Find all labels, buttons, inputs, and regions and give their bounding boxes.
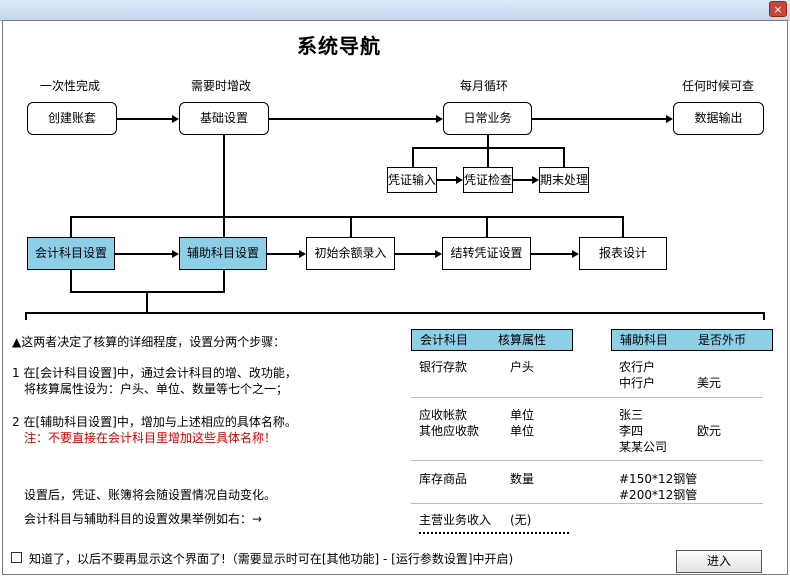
header-foreign-currency: 是否外币 — [698, 333, 747, 347]
arrow-head — [172, 115, 179, 123]
close-button[interactable]: × — [769, 1, 787, 17]
step1-line2: 将核算属性设为：户头、单位、数量等七个之一； — [24, 382, 289, 396]
table-cell: 李四 — [619, 424, 644, 438]
table-separator — [411, 460, 763, 461]
basic-settings-box[interactable]: 基础设置 — [179, 102, 269, 135]
intro-note: ▲这两者决定了核算的详细程度，设置分两个步骤： — [12, 335, 286, 349]
table-cell: 张三 — [619, 408, 644, 422]
step1-line1: 1 在[会计科目设置]中，通过会计科目的增、改功能， — [12, 366, 297, 380]
auxiliary-subject-setup-box[interactable]: 辅助科目设置 — [179, 237, 267, 270]
dont-show-again-label: 知道了，以后不要再显示这个界面了!（需要显示时可在[其他功能] - [运行参数设… — [29, 552, 514, 566]
connector-line — [223, 135, 225, 217]
arrow-head — [572, 250, 579, 258]
table-cell: 数量 — [510, 472, 535, 486]
label-once: 一次性完成 — [40, 79, 101, 93]
table-cell: 单位 — [510, 408, 535, 422]
table-cell: 美元 — [697, 376, 722, 390]
page-title: 系统导航 — [297, 34, 381, 58]
table-cell: 某某公司 — [619, 440, 668, 454]
table-cell: 银行存款 — [419, 360, 468, 374]
table-cell: 农行户 — [619, 360, 656, 374]
dont-show-again-checkbox[interactable] — [11, 552, 22, 563]
arrow-head — [299, 250, 306, 258]
table-cell: 其他应收款 — [419, 424, 480, 438]
right-table-header: 辅助科目 是否外币 — [611, 329, 773, 351]
arrow-line — [531, 253, 572, 255]
arrow-head — [456, 176, 463, 184]
table-separator — [411, 503, 763, 504]
table-cell: 应收帐款 — [419, 408, 468, 422]
connector-line — [412, 147, 414, 167]
arrow-head — [666, 115, 673, 123]
voucher-check-box[interactable]: 凭证检查 — [463, 167, 513, 193]
bracket-line — [223, 270, 225, 292]
voucher-input-box[interactable]: 凭证输入 — [387, 167, 437, 193]
connector-line — [563, 147, 565, 167]
bracket-line — [25, 312, 765, 314]
connector-line — [487, 147, 489, 167]
table-cell: 户头 — [510, 360, 535, 374]
step2-line1: 2 在[辅助科目设置]中，增加与上述相应的具体名称。 — [12, 415, 297, 429]
bracket-line — [763, 312, 765, 320]
label-anytime: 任何时候可查 — [682, 79, 755, 93]
arrow-head — [436, 115, 443, 123]
account-subject-setup-box[interactable]: 会计科目设置 — [27, 237, 115, 270]
table-separator — [411, 397, 763, 398]
data-output-box[interactable]: 数据输出 — [673, 102, 764, 135]
arrow-line — [532, 118, 666, 120]
arrow-line — [115, 253, 172, 255]
connector-line — [486, 216, 488, 237]
left-table-header: 会计科目 核算属性 — [411, 329, 573, 351]
table-cell: 主营业务收入 — [419, 513, 492, 527]
arrow-line — [437, 179, 456, 181]
table-cell: 单位 — [510, 424, 535, 438]
arrow-head — [532, 176, 539, 184]
carry-forward-voucher-box[interactable]: 结转凭证设置 — [442, 237, 531, 270]
table-dots — [419, 532, 569, 534]
connector-line — [350, 216, 352, 237]
arrow-line — [513, 179, 532, 181]
title-bar: × — [0, 0, 790, 21]
daily-business-box[interactable]: 日常业务 — [443, 102, 532, 135]
label-monthly: 每月循环 — [460, 79, 509, 93]
bracket-line — [70, 270, 72, 292]
navigation-window: × 系统导航 一次性完成 需要时增改 每月循环 任何时候可查 创建账套 基础设置… — [0, 0, 790, 577]
connector-line — [622, 216, 624, 237]
connector-line — [70, 216, 624, 218]
label-as-needed: 需要时增改 — [191, 79, 252, 93]
arrow-head — [435, 250, 442, 258]
arrow-line — [269, 118, 436, 120]
table-cell: 中行户 — [619, 376, 656, 390]
table-cell: 欧元 — [697, 424, 722, 438]
create-account-set-box[interactable]: 创建账套 — [27, 102, 117, 135]
header-accounting-attribute: 核算属性 — [498, 333, 547, 347]
table-cell: (无) — [510, 513, 532, 527]
enter-button[interactable]: 进入 — [676, 550, 762, 573]
header-account-subject: 会计科目 — [420, 333, 469, 347]
arrow-line — [267, 253, 299, 255]
period-end-box[interactable]: 期末处理 — [539, 167, 589, 193]
step2-warning: 注：不要直接在会计科目里增加这些具体名称！ — [24, 431, 277, 445]
table-cell: #150*12钢管 — [619, 472, 698, 486]
bracket-line — [25, 312, 27, 320]
arrow-head — [172, 250, 179, 258]
after-setup-note: 设置后，凭证、账簿将会随设置情况自动变化。 — [24, 488, 277, 502]
table-cell: 库存商品 — [419, 472, 468, 486]
bracket-line — [146, 291, 148, 313]
arrow-line — [117, 118, 172, 120]
connector-line — [223, 216, 225, 237]
connector-line — [70, 216, 72, 237]
example-intro-note: 会计科目与辅助科目的设置效果举例如右：→ — [24, 512, 263, 526]
report-design-box[interactable]: 报表设计 — [579, 237, 667, 270]
table-cell: #200*12钢管 — [619, 488, 698, 502]
opening-balance-box[interactable]: 初始余额录入 — [306, 237, 395, 270]
header-auxiliary-subject: 辅助科目 — [620, 333, 669, 347]
arrow-line — [395, 253, 435, 255]
